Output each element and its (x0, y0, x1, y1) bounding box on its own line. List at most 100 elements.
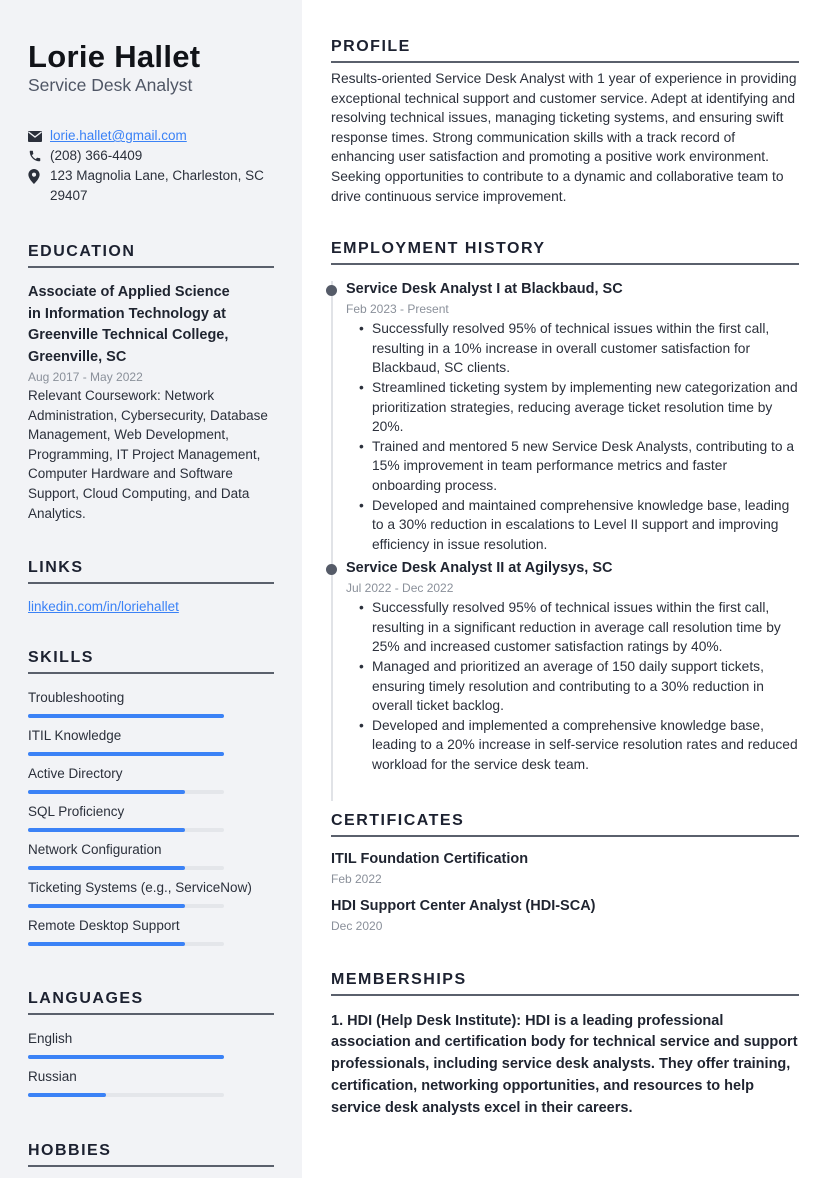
main-content: PROFILE Results-oriented Service Desk An… (326, 0, 799, 1178)
job-bullet: Successfully resolved 95% of technical i… (359, 319, 799, 378)
profile-heading: PROFILE (331, 37, 799, 63)
job-bullet: Managed and prioritized an average of 15… (359, 657, 799, 716)
job-title: Service Desk Analyst II at Agilysys, SC (346, 560, 613, 577)
timeline-dot-icon (326, 285, 337, 297)
certificates-section: CERTIFICATES ITIL Foundation Certificati… (331, 811, 799, 935)
hobbies-heading: HOBBIES (28, 1141, 274, 1168)
job-entry: Service Desk Analyst I at Blackbaud, SC F… (326, 279, 799, 555)
skill-level-fill (28, 828, 185, 833)
job-title: Service Desk Analyst I at Blackbaud, SC (346, 281, 623, 298)
education-heading: EDUCATION (28, 242, 274, 268)
skill-item: Ticketing Systems (e.g., ServiceNow) (28, 878, 274, 909)
memberships-heading: MEMBERSHIPS (331, 970, 799, 996)
skill-item: SQL Proficiency (28, 802, 274, 833)
skill-name: Active Directory (28, 766, 123, 782)
job-bullet: Successfully resolved 95% of technical i… (359, 598, 799, 657)
skill-item: ITIL Knowledge (28, 726, 274, 757)
memberships-section: MEMBERSHIPS 1. HDI (Help Desk Institute)… (331, 970, 799, 1120)
certificate-date: Dec 2020 (331, 918, 383, 933)
address: 123 Magnolia Lane, Charleston, SC 29407 (50, 168, 264, 203)
skill-level-bar (28, 866, 224, 871)
skill-level-fill (28, 866, 185, 871)
profile-section: PROFILE Results-oriented Service Desk An… (331, 37, 799, 206)
linkedin-link[interactable]: linkedin.com/in/loriehallet (28, 599, 179, 614)
skill-level-fill (28, 714, 224, 719)
skill-item: Troubleshooting (28, 688, 274, 719)
envelope-icon (28, 126, 50, 146)
sidebar: Lorie Hallet Service Desk Analyst lorie.… (0, 0, 302, 1178)
links-section: LINKS linkedin.com/in/loriehallet (28, 558, 274, 616)
language-item: English (28, 1029, 274, 1060)
contact-address: 123 Magnolia Lane, Charleston, SC 29407 (28, 166, 274, 206)
skill-name: Remote Desktop Support (28, 918, 180, 934)
skill-name: Network Configuration (28, 842, 162, 858)
skill-level-fill (28, 752, 224, 757)
skill-item: Active Directory (28, 764, 274, 795)
job-bullets: Successfully resolved 95% of technical i… (359, 319, 799, 555)
email-link[interactable]: lorie.hallet@gmail.com (50, 126, 187, 146)
skills-section: SKILLS Troubleshooting ITIL Knowledge Acti… (28, 648, 274, 947)
phone-icon (28, 146, 50, 166)
skill-level-fill (28, 790, 185, 795)
education-section: EDUCATION Associate of Applied Science i… (28, 242, 274, 523)
skill-level-bar (28, 752, 224, 757)
job-bullet: Streamlined ticketing system by implemen… (359, 378, 799, 437)
certificate-name: ITIL Foundation Certification (331, 850, 529, 867)
employment-timeline: Service Desk Analyst I at Blackbaud, SC F… (326, 279, 799, 802)
education-degree: Associate of Applied Science in Informat… (28, 284, 230, 365)
job-bullet: Developed and maintained comprehensive k… (359, 496, 799, 555)
phone-number: (208) 366-4409 (50, 148, 143, 163)
education-date: Aug 2017 - May 2022 (28, 370, 143, 384)
job-date: Feb 2023 - Present (346, 302, 449, 317)
skill-name: SQL Proficiency (28, 804, 125, 820)
language-name: English (28, 1031, 73, 1047)
job-date: Jul 2022 - Dec 2022 (346, 581, 454, 596)
contact-list: lorie.hallet@gmail.com (208) 366-4409 12… (28, 126, 274, 206)
certificates-list: ITIL Foundation Certification Feb 2022 HDI… (331, 849, 799, 935)
language-level-fill (28, 1093, 107, 1098)
skill-item: Network Configuration (28, 840, 274, 871)
certificate-item: HDI Support Center Analyst (HDI-SCA) Dec … (331, 896, 799, 935)
skill-level-bar (28, 790, 224, 795)
language-name: Russian (28, 1069, 77, 1085)
languages-heading: LANGUAGES (28, 989, 274, 1016)
skill-name: Ticketing Systems (e.g., ServiceNow) (28, 880, 252, 896)
contact-phone: (208) 366-4409 (28, 146, 274, 166)
education-description: Relevant Coursework: Network Administrat… (28, 388, 268, 521)
employment-section: EMPLOYMENT HISTORY Service Desk Analyst … (326, 239, 799, 802)
language-item: Russian (28, 1067, 274, 1098)
certificate-item: ITIL Foundation Certification Feb 2022 (331, 849, 799, 888)
certificate-name: HDI Support Center Analyst (HDI-SCA) (331, 897, 596, 914)
skill-item: Remote Desktop Support (28, 916, 274, 947)
language-level-fill (28, 1055, 224, 1060)
map-pin-icon (28, 166, 50, 186)
contact-email: lorie.hallet@gmail.com (28, 126, 274, 146)
languages-list: English Russian (28, 1029, 274, 1098)
job-bullet: Trained and mentored 5 new Service Desk … (359, 437, 799, 496)
profile-text: Results-oriented Service Desk Analyst wi… (331, 71, 797, 204)
education-item: Associate of Applied Science in Informat… (28, 282, 274, 523)
skill-name: ITIL Knowledge (28, 728, 122, 744)
skill-name: Troubleshooting (28, 690, 125, 706)
languages-section: LANGUAGES English Russian (28, 989, 274, 1098)
candidate-name: Lorie Hallet (28, 39, 201, 74)
certificates-heading: CERTIFICATES (331, 811, 799, 837)
skill-level-bar (28, 828, 224, 833)
skill-level-fill (28, 942, 185, 947)
candidate-role: Service Desk Analyst (28, 75, 193, 95)
skill-level-fill (28, 904, 185, 909)
skill-level-bar (28, 714, 224, 719)
skill-level-bar (28, 904, 224, 909)
job-entry: Service Desk Analyst II at Agilysys, SC J… (326, 558, 799, 775)
hobbies-section: HOBBIES (28, 1141, 274, 1168)
language-level-bar (28, 1093, 224, 1098)
employment-heading: EMPLOYMENT HISTORY (331, 239, 799, 266)
skills-list: Troubleshooting ITIL Knowledge Active Dire… (28, 688, 274, 947)
timeline-dot-icon (326, 564, 337, 576)
skills-heading: SKILLS (28, 648, 274, 675)
membership-text: 1. HDI (Help Desk Institute): HDI is a l… (331, 1012, 798, 1116)
certificate-date: Feb 2022 (331, 871, 382, 886)
job-bullet: Developed and implemented a comprehensiv… (359, 716, 799, 775)
skill-level-bar (28, 942, 224, 947)
language-level-bar (28, 1055, 224, 1060)
